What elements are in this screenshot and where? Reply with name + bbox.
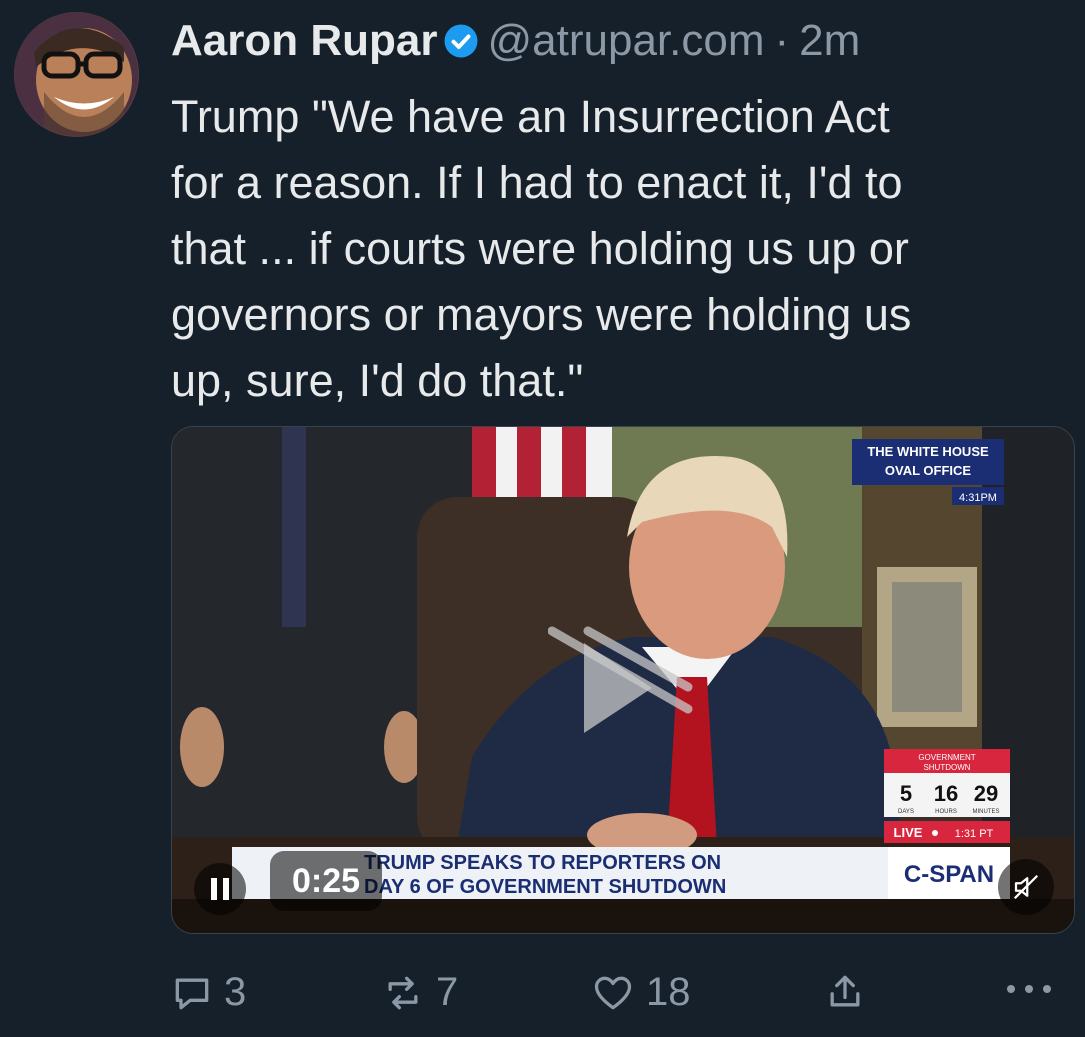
avatar-image xyxy=(14,12,138,137)
shutdown-days: 5 xyxy=(900,781,912,806)
minutes-label: MINUTES xyxy=(973,809,1000,815)
avatar[interactable] xyxy=(14,12,139,137)
play-icon[interactable] xyxy=(548,623,698,743)
repost-icon xyxy=(388,976,418,1009)
network-logo: C-SPAN xyxy=(904,861,994,888)
reply-icon xyxy=(175,978,209,1009)
muted-speaker-icon xyxy=(1013,874,1039,900)
live-label: LIVE xyxy=(894,825,923,840)
shutdown-sub: SHUTDOWN xyxy=(923,763,970,772)
separator-dot: · xyxy=(774,16,790,65)
share-button[interactable] xyxy=(822,970,878,1014)
tweet-header: Aaron Rupar @atrupar.com · 2m xyxy=(171,14,860,68)
tweet-text: Trump "We have an Insurrection Act for a… xyxy=(171,91,912,406)
repost-count: 7 xyxy=(436,970,459,1014)
share-icon xyxy=(830,975,860,1007)
live-time: 1:31 PT xyxy=(955,828,994,840)
video-timestamp: 0:25 xyxy=(270,851,383,911)
location-line1: THE WHITE HOUSE xyxy=(867,444,989,459)
shutdown-hours: 16 xyxy=(934,781,958,806)
like-count: 18 xyxy=(646,970,691,1014)
days-label: DAYS xyxy=(898,809,914,815)
author-handle[interactable]: @atrupar.com xyxy=(487,16,764,66)
location-line2: OVAL OFFICE xyxy=(885,463,972,478)
pause-icon xyxy=(211,878,229,900)
shutdown-minutes: 29 xyxy=(974,781,998,806)
overlay-clock: 4:31PM xyxy=(959,492,997,504)
reply-count: 3 xyxy=(224,970,247,1014)
pause-button[interactable] xyxy=(194,863,246,915)
repost-button[interactable]: 7 xyxy=(380,970,458,1015)
heart-icon xyxy=(594,976,632,1009)
shutdown-title: GOVERNMENT xyxy=(918,753,975,762)
mute-button[interactable] xyxy=(998,859,1054,915)
tweet-actions: 3 7 18 xyxy=(0,960,1085,1030)
like-button[interactable]: 18 xyxy=(590,970,691,1015)
more-options-button[interactable] xyxy=(1002,974,1066,1004)
headline-line2: DAY 6 OF GOVERNMENT SHUTDOWN xyxy=(364,876,726,898)
hours-label: HOURS xyxy=(935,809,957,815)
more-dots-icon xyxy=(1007,985,1051,993)
headline-line1: TRUMP SPEAKS TO REPORTERS ON xyxy=(364,852,721,874)
reply-button[interactable]: 3 xyxy=(170,970,246,1015)
post-time[interactable]: 2m xyxy=(799,16,860,66)
verified-badge-icon xyxy=(444,24,478,58)
video-player[interactable]: THE WHITE HOUSE OVAL OFFICE 4:31PM GOVER… xyxy=(171,426,1075,934)
author-name[interactable]: Aaron Rupar xyxy=(171,16,437,66)
